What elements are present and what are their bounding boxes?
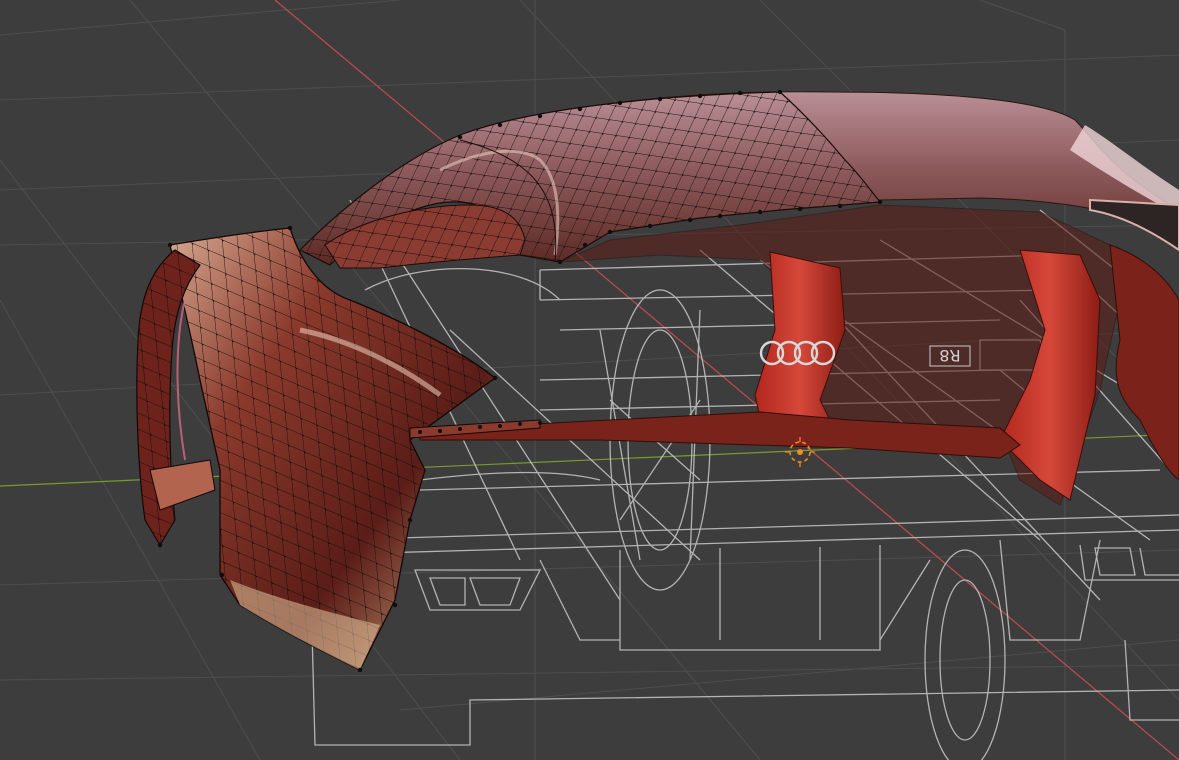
3d-viewport[interactable]: R8	[0, 0, 1179, 760]
right-fender-surface[interactable]	[1109, 244, 1179, 481]
viewport-scene[interactable]: R8	[0, 0, 1179, 760]
rear-quarter-mesh[interactable]	[169, 227, 497, 671]
badge-text: R8	[939, 346, 960, 365]
